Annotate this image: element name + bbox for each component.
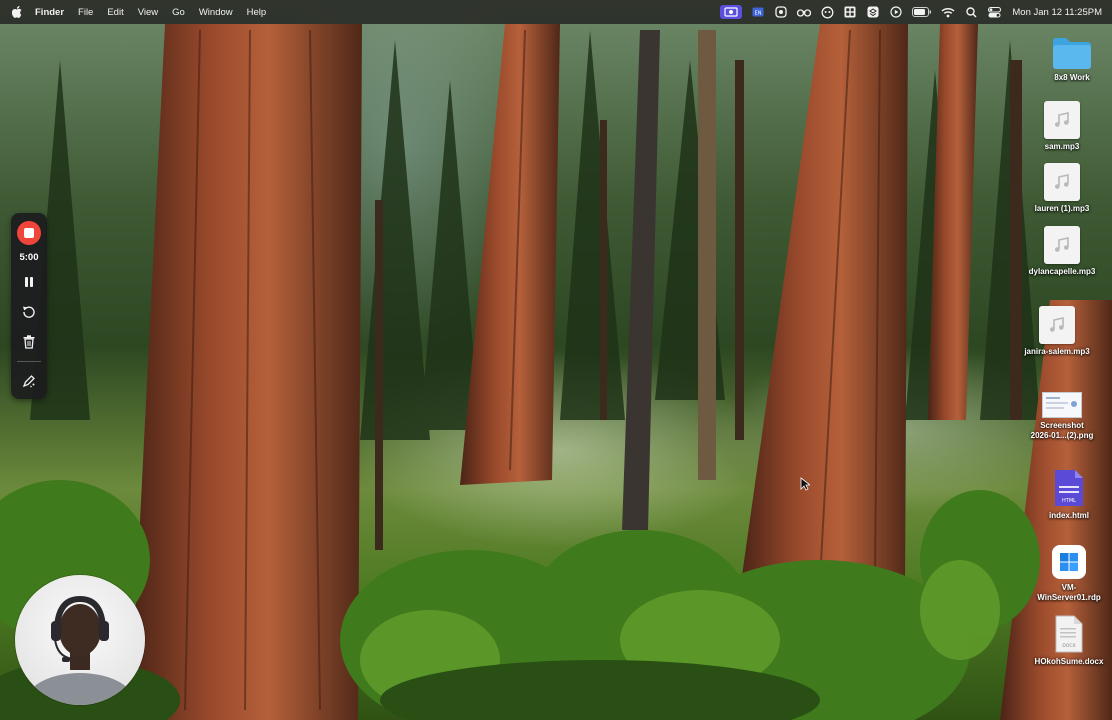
menu-file[interactable]: File <box>78 7 93 18</box>
battery-icon[interactable] <box>912 5 932 19</box>
html-file-icon: HTML <box>1053 468 1085 508</box>
desktop-icon-label: VM- WinServer01.rdp <box>1037 583 1101 603</box>
binoculars-icon[interactable] <box>797 5 812 19</box>
restart-button[interactable] <box>18 301 40 323</box>
label-line: 2026-01...(2).png <box>1030 431 1094 440</box>
pause-icon <box>25 277 33 287</box>
webcam-person <box>25 595 135 705</box>
desktop-icon-label: Screenshot 2026-01...(2).png <box>1031 421 1094 441</box>
desktop-icon-docx-file[interactable]: DOCX HOkohSume.docx <box>1021 614 1112 667</box>
menu-go[interactable]: Go <box>172 7 185 18</box>
forest-background <box>0 24 1112 720</box>
toolbar-divider <box>17 361 41 362</box>
pause-button[interactable] <box>18 271 40 293</box>
apple-menu-icon[interactable] <box>12 6 22 18</box>
mouse-cursor-icon <box>800 477 812 496</box>
desktop-icon-html-file[interactable]: HTML index.html <box>1021 468 1112 521</box>
docx-badge: DOCX <box>1062 643 1075 649</box>
folder-icon <box>1052 36 1092 70</box>
desktop-icon-audio-file[interactable]: dylancapelle.mp3 <box>1014 226 1110 277</box>
delete-recording-button[interactable] <box>18 331 40 353</box>
label-line: WinServer01.rdp <box>1037 593 1101 602</box>
search-icon[interactable] <box>964 5 978 19</box>
recording-timer: 5:00 <box>19 252 39 263</box>
audio-file-icon <box>1039 306 1075 344</box>
desktop-icon-folder[interactable]: 8x8 Work <box>1024 36 1112 83</box>
desktop-icon-label: dylancapelle.mp3 <box>1028 267 1096 276</box>
recording-toolbar: 5:00 <box>11 213 47 399</box>
label-line: Screenshot <box>1040 421 1084 430</box>
menu-help[interactable]: Help <box>247 7 267 18</box>
screen-record-icon[interactable] <box>720 5 743 19</box>
desktop-icon-audio-file[interactable]: janira-salem.mp3 <box>1009 306 1105 357</box>
desktop-icon-audio-file[interactable]: lauren (1).mp3 <box>1014 163 1110 214</box>
desktop-icon-image-file[interactable]: Screenshot 2026-01...(2).png <box>1014 392 1110 441</box>
svg-text:EN: EN <box>755 10 762 16</box>
desktop-icon-audio-file[interactable]: sam.mp3 <box>1014 101 1110 152</box>
image-thumbnail-icon <box>1042 392 1082 418</box>
desktop-icon-label: lauren (1).mp3 <box>1034 204 1090 213</box>
copilot-icon[interactable] <box>820 5 834 19</box>
app-menu-finder[interactable]: Finder <box>35 7 64 18</box>
grid-icon[interactable] <box>843 5 857 19</box>
audio-file-icon <box>1044 163 1080 201</box>
desktop-icon-label: index.html <box>1048 511 1089 520</box>
menu-view[interactable]: View <box>138 7 158 18</box>
wifi-icon[interactable] <box>941 5 955 19</box>
desktop-icon-rdp-file[interactable]: VM- WinServer01.rdp <box>1021 544 1112 603</box>
restart-icon <box>23 306 35 318</box>
keyboard-layout-icon[interactable]: EN <box>751 5 765 19</box>
menu-window[interactable]: Window <box>199 7 233 18</box>
windows-rdp-icon <box>1051 544 1087 580</box>
label-line: VM- <box>1061 583 1077 592</box>
docx-file-icon: DOCX <box>1054 614 1084 654</box>
control-center-icon[interactable] <box>987 5 1001 19</box>
html-badge: HTML <box>1062 498 1076 504</box>
draw-icon <box>22 375 35 388</box>
menu-bar: Finder File Edit View Go Window Help EN … <box>0 0 1112 24</box>
menubar-clock[interactable]: Mon Jan 12 11:25PM <box>1012 7 1102 18</box>
draw-tool-button[interactable] <box>18 370 40 392</box>
trash-icon <box>23 335 35 349</box>
desktop-icon-label: sam.mp3 <box>1044 142 1080 151</box>
app-icon[interactable] <box>774 5 788 19</box>
desktop-wallpaper <box>0 0 1112 720</box>
stop-recording-button[interactable] <box>17 221 41 245</box>
desktop-icon-label: janira-salem.mp3 <box>1024 347 1090 356</box>
desktop-icon-label: HOkohSume.docx <box>1034 657 1104 666</box>
audio-file-icon <box>1044 226 1080 264</box>
play-circle-icon[interactable] <box>889 5 903 19</box>
stop-icon <box>24 228 34 238</box>
desktop-icon-label: 8x8 Work <box>1054 73 1090 82</box>
menu-edit[interactable]: Edit <box>107 7 123 18</box>
webcam-bubble[interactable] <box>15 575 145 705</box>
audio-file-icon <box>1044 101 1080 139</box>
layers-icon[interactable] <box>866 5 880 19</box>
